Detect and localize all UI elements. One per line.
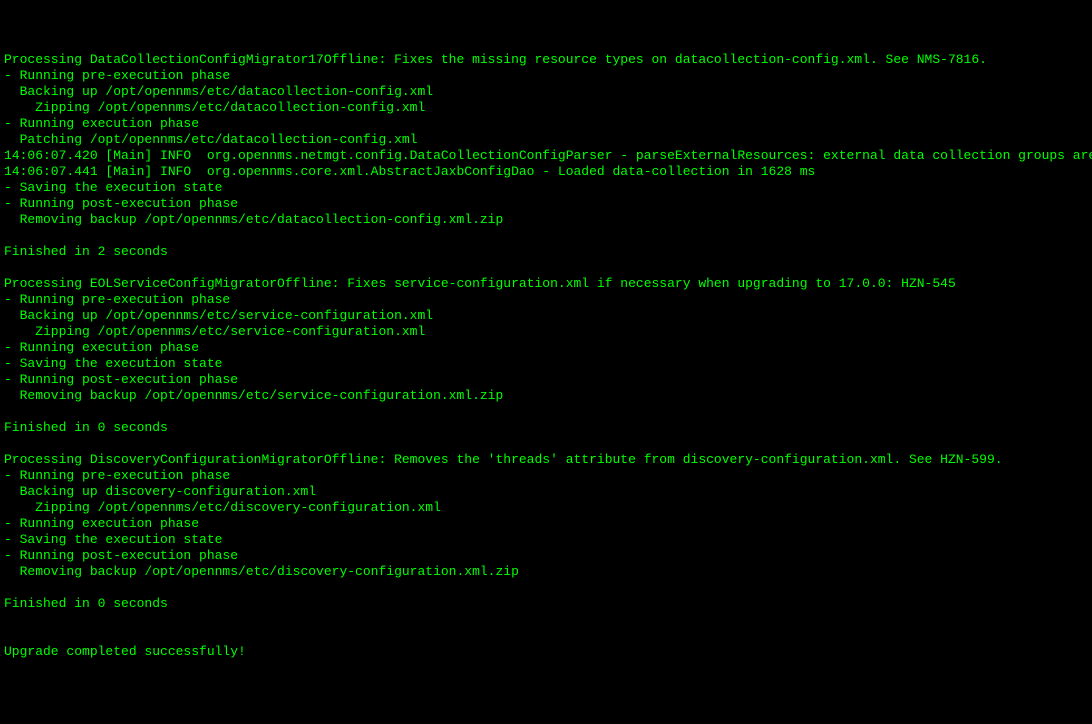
terminal-line: Backing up discovery-configuration.xml — [4, 484, 1088, 500]
terminal-line: Zipping /opt/opennms/etc/datacollection-… — [4, 100, 1088, 116]
terminal-line: 14:06:07.441 [Main] INFO org.opennms.cor… — [4, 164, 1088, 180]
terminal-line — [4, 580, 1088, 596]
terminal-line — [4, 404, 1088, 420]
terminal-line: 14:06:07.420 [Main] INFO org.opennms.net… — [4, 148, 1088, 164]
terminal-line: - Running post-execution phase — [4, 196, 1088, 212]
terminal-output: Processing DataCollectionConfigMigrator1… — [4, 52, 1088, 660]
terminal-line: - Running execution phase — [4, 116, 1088, 132]
terminal-line: Finished in 0 seconds — [4, 420, 1088, 436]
terminal-line: - Saving the execution state — [4, 532, 1088, 548]
terminal-line: - Running post-execution phase — [4, 548, 1088, 564]
terminal-line — [4, 260, 1088, 276]
terminal-line: Backing up /opt/opennms/etc/datacollecti… — [4, 84, 1088, 100]
terminal-line — [4, 628, 1088, 644]
terminal-line: Patching /opt/opennms/etc/datacollection… — [4, 132, 1088, 148]
terminal-line: - Running execution phase — [4, 516, 1088, 532]
terminal-line: - Running post-execution phase — [4, 372, 1088, 388]
terminal-line: - Saving the execution state — [4, 356, 1088, 372]
terminal-line: Finished in 2 seconds — [4, 244, 1088, 260]
terminal-line: - Running execution phase — [4, 340, 1088, 356]
terminal-line: Processing DataCollectionConfigMigrator1… — [4, 52, 1088, 68]
terminal-line — [4, 228, 1088, 244]
terminal-line: Backing up /opt/opennms/etc/service-conf… — [4, 308, 1088, 324]
terminal-line — [4, 436, 1088, 452]
terminal-line: - Saving the execution state — [4, 180, 1088, 196]
terminal-line: Processing DiscoveryConfigurationMigrato… — [4, 452, 1088, 468]
terminal-line: Upgrade completed successfully! — [4, 644, 1088, 660]
terminal-line: Processing EOLServiceConfigMigratorOffli… — [4, 276, 1088, 292]
terminal-line: Removing backup /opt/opennms/etc/datacol… — [4, 212, 1088, 228]
terminal-line: - Running pre-execution phase — [4, 468, 1088, 484]
terminal-line: Removing backup /opt/opennms/etc/service… — [4, 388, 1088, 404]
terminal-line: Zipping /opt/opennms/etc/service-configu… — [4, 324, 1088, 340]
terminal-line — [4, 612, 1088, 628]
terminal-line: - Running pre-execution phase — [4, 292, 1088, 308]
terminal-line: Zipping /opt/opennms/etc/discovery-confi… — [4, 500, 1088, 516]
terminal-line: Removing backup /opt/opennms/etc/discove… — [4, 564, 1088, 580]
terminal-line: - Running pre-execution phase — [4, 68, 1088, 84]
